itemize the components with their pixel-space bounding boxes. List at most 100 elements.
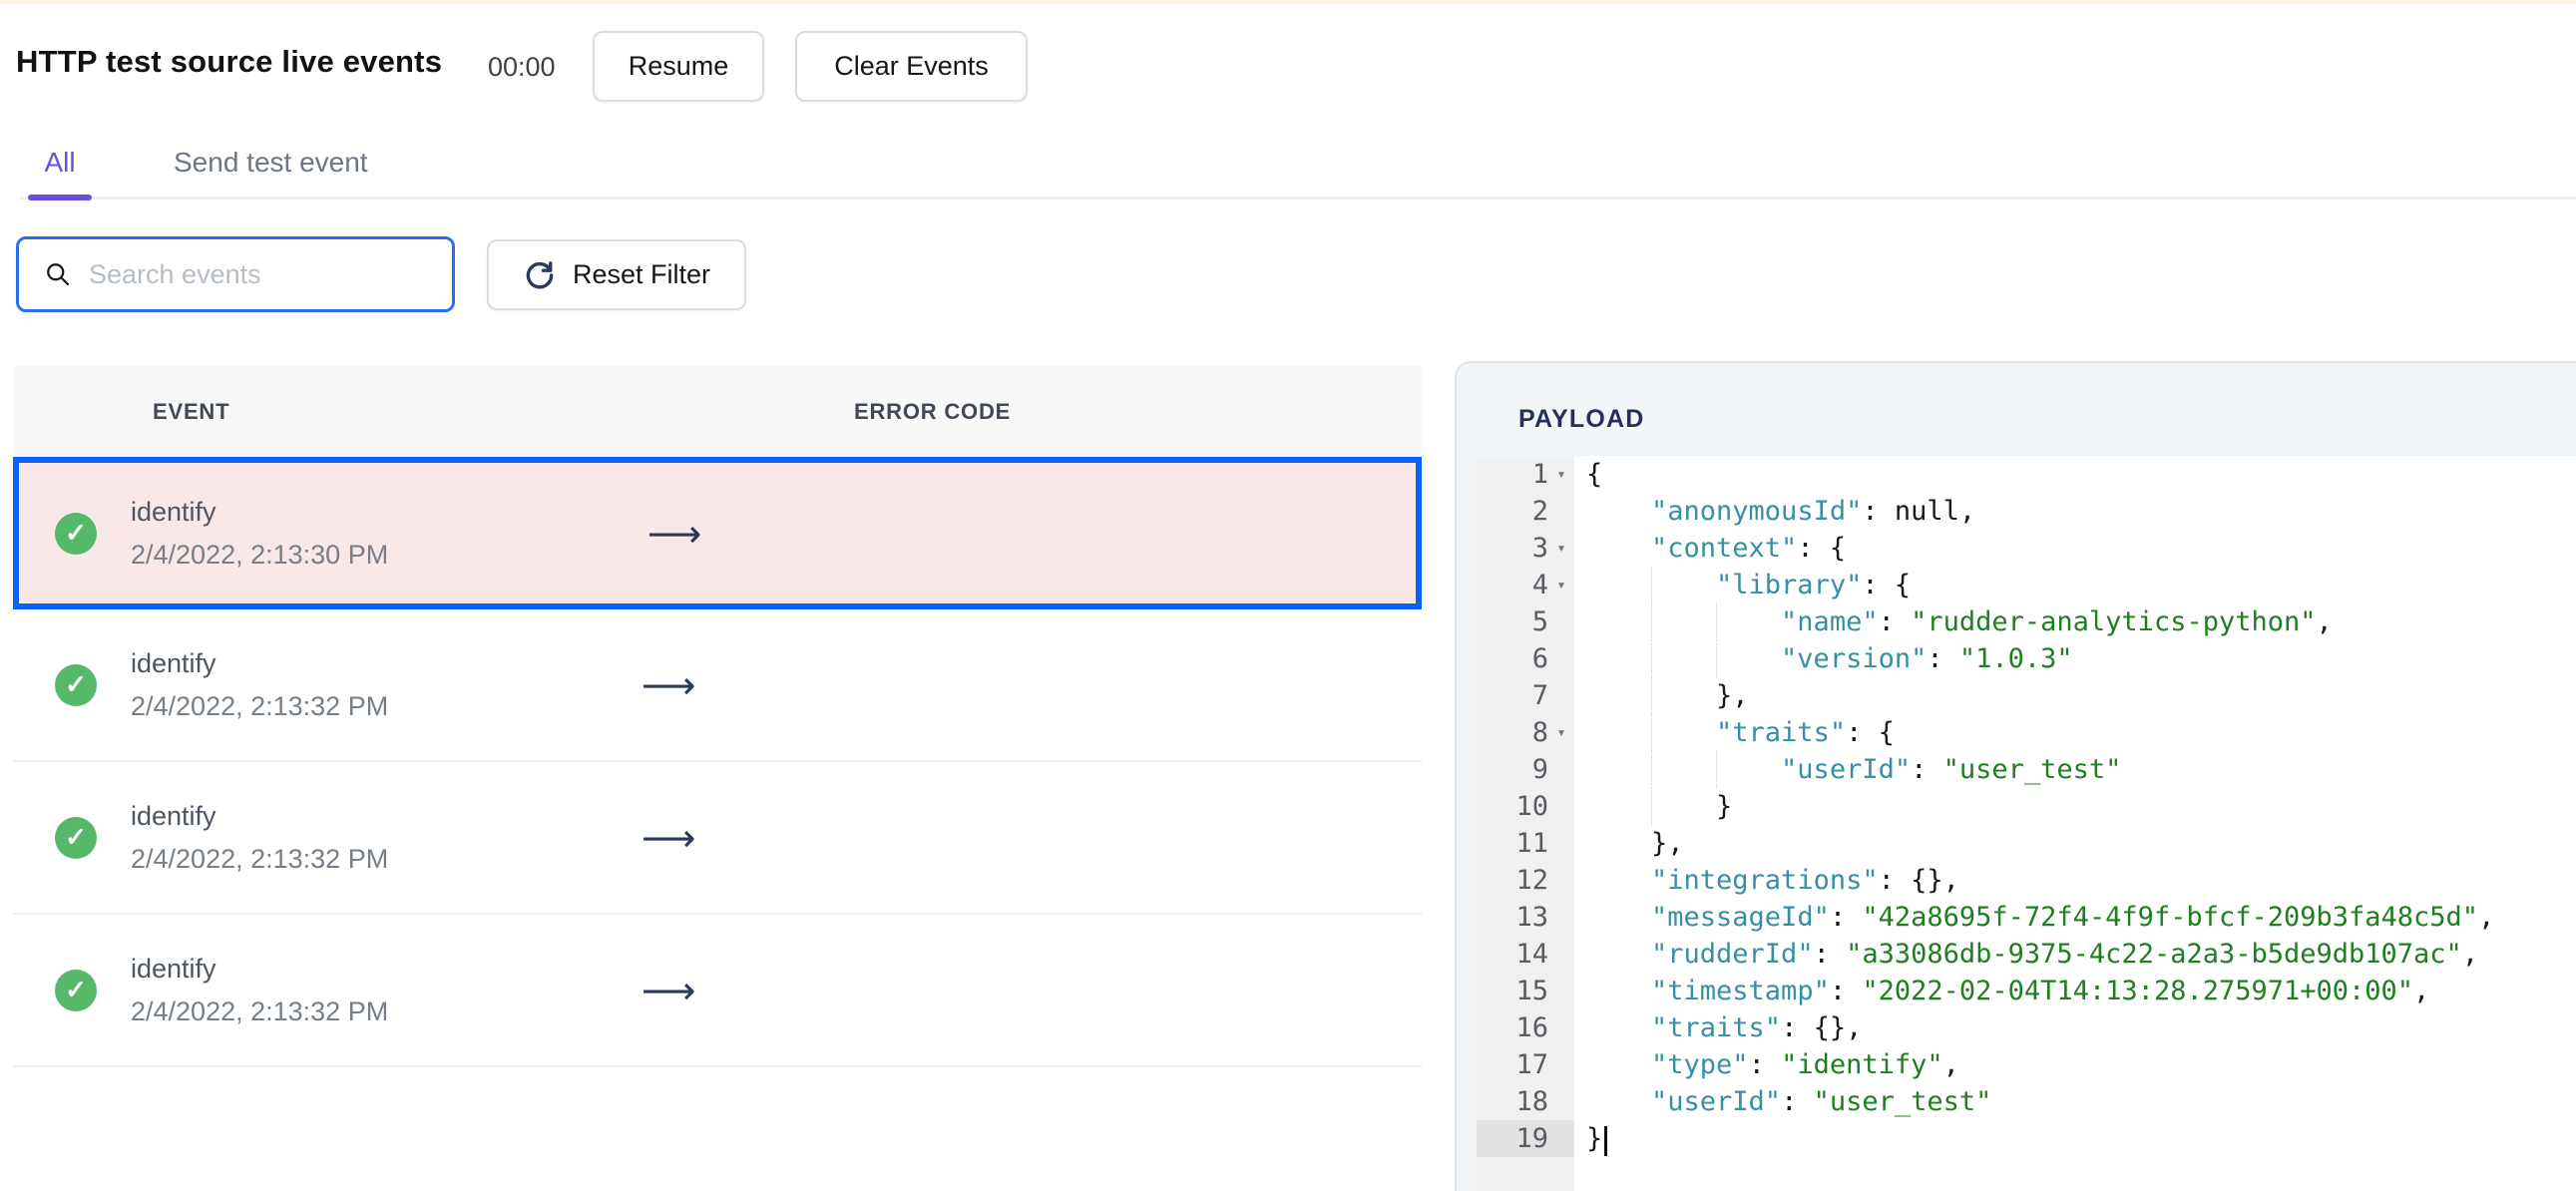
code-text: "version": "1.0.3"	[1574, 640, 2073, 677]
code-line: 2 "anonymousId": null,	[1477, 493, 2576, 530]
code-text: }	[1574, 788, 1732, 825]
search-events-box[interactable]	[16, 236, 455, 312]
code-text: "userId": "user_test"	[1651, 1086, 1992, 1117]
view-payload-arrow-icon[interactable]: ⟶	[647, 512, 701, 556]
event-timestamp: 2/4/2022, 2:13:32 PM	[131, 995, 389, 1026]
code-text: "anonymousId": null,	[1651, 496, 1976, 527]
code-line: 7},	[1477, 677, 2576, 714]
code-line: 15 "timestamp": "2022-02-04T14:13:28.2759…	[1477, 973, 2576, 1009]
event-type: identify	[131, 647, 216, 678]
code-text: "traits": {	[1574, 714, 1895, 751]
code-line: 10}	[1477, 788, 2576, 825]
success-check-icon: ✓	[55, 969, 97, 1011]
code-line: 4 ▾ "library": {	[1477, 567, 2576, 603]
code-line: 13 "messageId": "42a8695f-72f4-4f9f-bfcf-…	[1477, 899, 2576, 936]
refresh-icon	[526, 260, 554, 288]
clear-events-button[interactable]: Clear Events	[795, 31, 1028, 102]
event-row[interactable]: ✓ identify 2/4/2022, 2:13:32 PM ⟶	[13, 762, 1422, 915]
code-line: 16 "traits": {},	[1477, 1009, 2576, 1046]
line-number: 5	[1531, 606, 1548, 637]
code-line: 19}	[1477, 1120, 2576, 1157]
line-number: 6	[1531, 643, 1548, 674]
reset-filter-button[interactable]: Reset Filter	[487, 239, 747, 310]
code-text: "integrations": {},	[1651, 865, 1959, 896]
success-check-icon: ✓	[55, 663, 97, 706]
code-text: "messageId": "42a8695f-72f4-4f9f-bfcf-20…	[1651, 902, 2495, 933]
event-row[interactable]: ✓ identify 2/4/2022, 2:13:32 PM ⟶	[13, 609, 1422, 762]
payload-panel: PAYLOAD 1 ▾ {2 "anonymousId": null, 3 ▾ "conte…	[1455, 361, 2576, 1191]
code-text: {	[1586, 459, 1603, 490]
code-line: 3 ▾ "context": {	[1477, 530, 2576, 567]
timer: 00:00	[488, 52, 556, 82]
code-text: "library": {	[1574, 567, 1911, 603]
code-text: "context": {	[1651, 533, 1847, 564]
fold-caret-icon[interactable]: ▾	[1548, 530, 1574, 567]
line-number: 15	[1515, 976, 1548, 1006]
search-icon	[47, 263, 70, 286]
event-timestamp: 2/4/2022, 2:13:30 PM	[131, 539, 389, 570]
code-line: 18 "userId": "user_test"	[1477, 1083, 2576, 1120]
code-text: "traits": {},	[1651, 1012, 1863, 1043]
code-line: 9 "userId": "user_test"	[1477, 751, 2576, 788]
code-line: 1 ▾ {	[1477, 456, 2576, 493]
reset-filter-label: Reset Filter	[573, 259, 711, 289]
line-number: 18	[1515, 1086, 1548, 1117]
code-lines: 1 ▾{2 "anonymousId": null, 3 ▾ "context": {4 ▾…	[1477, 456, 2576, 1157]
success-check-icon: ✓	[55, 512, 97, 555]
code-text: "timestamp": "2022-02-04T14:13:28.275971…	[1651, 976, 2430, 1006]
line-number: 8 ▾	[1477, 714, 1574, 751]
event-timestamp: 2/4/2022, 2:13:32 PM	[131, 843, 389, 874]
line-number: 12	[1515, 865, 1548, 896]
line-number: 11	[1515, 828, 1548, 859]
line-number: 19	[1477, 1120, 1574, 1157]
code-line: 8 ▾ "traits": {	[1477, 714, 2576, 751]
fold-caret-icon[interactable]: ▾	[1548, 456, 1574, 493]
line-number: 4 ▾	[1477, 567, 1574, 603]
line-number: 16	[1515, 1012, 1548, 1043]
events-table-header: EVENT ERROR CODE	[13, 366, 1422, 457]
tab-send-test-event[interactable]: Send test event	[174, 147, 368, 179]
page-title: HTTP test source live events	[16, 44, 443, 79]
payload-panel-title: PAYLOAD	[1518, 405, 1645, 433]
view-payload-arrow-icon[interactable]: ⟶	[642, 816, 695, 860]
line-number: 9	[1531, 754, 1548, 785]
tabs-divider	[20, 197, 2576, 199]
live-events-page: HTTP test source live events 00:00 Resum…	[0, 0, 2576, 1191]
code-text: "type": "identify",	[1651, 1049, 1959, 1080]
active-tab-underline	[28, 195, 92, 200]
code-line: 12 "integrations": {},	[1477, 862, 2576, 899]
code-text: },	[1574, 677, 1749, 714]
payload-code-editor[interactable]: 1 ▾{2 "anonymousId": null, 3 ▾ "context": {4 ▾…	[1477, 456, 2576, 1191]
code-text: },	[1651, 828, 1684, 859]
event-type: identify	[131, 953, 216, 984]
fold-caret-icon[interactable]: ▾	[1548, 714, 1574, 751]
code-line: 17 "type": "identify",	[1477, 1046, 2576, 1083]
line-number: 10	[1515, 791, 1548, 822]
event-type: identify	[131, 800, 216, 831]
code-text: "rudderId": "a33086db-9375-4c22-a2a3-b5d…	[1651, 939, 2479, 970]
event-row[interactable]: ✓ identify 2/4/2022, 2:13:32 PM ⟶	[13, 915, 1422, 1067]
line-number: 17	[1515, 1049, 1548, 1080]
code-line: 6 "version": "1.0.3"	[1477, 640, 2576, 677]
search-input[interactable]	[89, 258, 434, 290]
code-line: 5 "name": "rudder-analytics-python",	[1477, 603, 2576, 640]
fold-caret-icon[interactable]: ▾	[1548, 567, 1574, 603]
code-text: }	[1574, 1120, 1608, 1157]
text-cursor	[1604, 1125, 1608, 1156]
line-number: 3 ▾	[1477, 530, 1574, 567]
code-line: 14 "rudderId": "a33086db-9375-4c22-a2a3-b…	[1477, 936, 2576, 973]
event-timestamp: 2/4/2022, 2:13:32 PM	[131, 690, 389, 721]
tab-all[interactable]: All	[28, 147, 92, 179]
code-text: "name": "rudder-analytics-python",	[1574, 603, 2333, 640]
view-payload-arrow-icon[interactable]: ⟶	[642, 663, 695, 707]
column-header-event: EVENT	[153, 398, 230, 424]
line-number: 14	[1515, 939, 1548, 970]
event-row[interactable]: ✓ identify 2/4/2022, 2:13:30 PM ⟶	[13, 457, 1422, 609]
view-payload-arrow-icon[interactable]: ⟶	[642, 969, 695, 1012]
success-check-icon: ✓	[55, 816, 97, 859]
line-number: 1 ▾	[1477, 456, 1574, 493]
line-number: 7	[1531, 680, 1548, 711]
events-table: EVENT ERROR CODE ✓ identify 2/4/2022, 2:…	[13, 366, 1422, 1067]
top-accent-strip	[0, 0, 2576, 4]
resume-button[interactable]: Resume	[593, 31, 764, 102]
